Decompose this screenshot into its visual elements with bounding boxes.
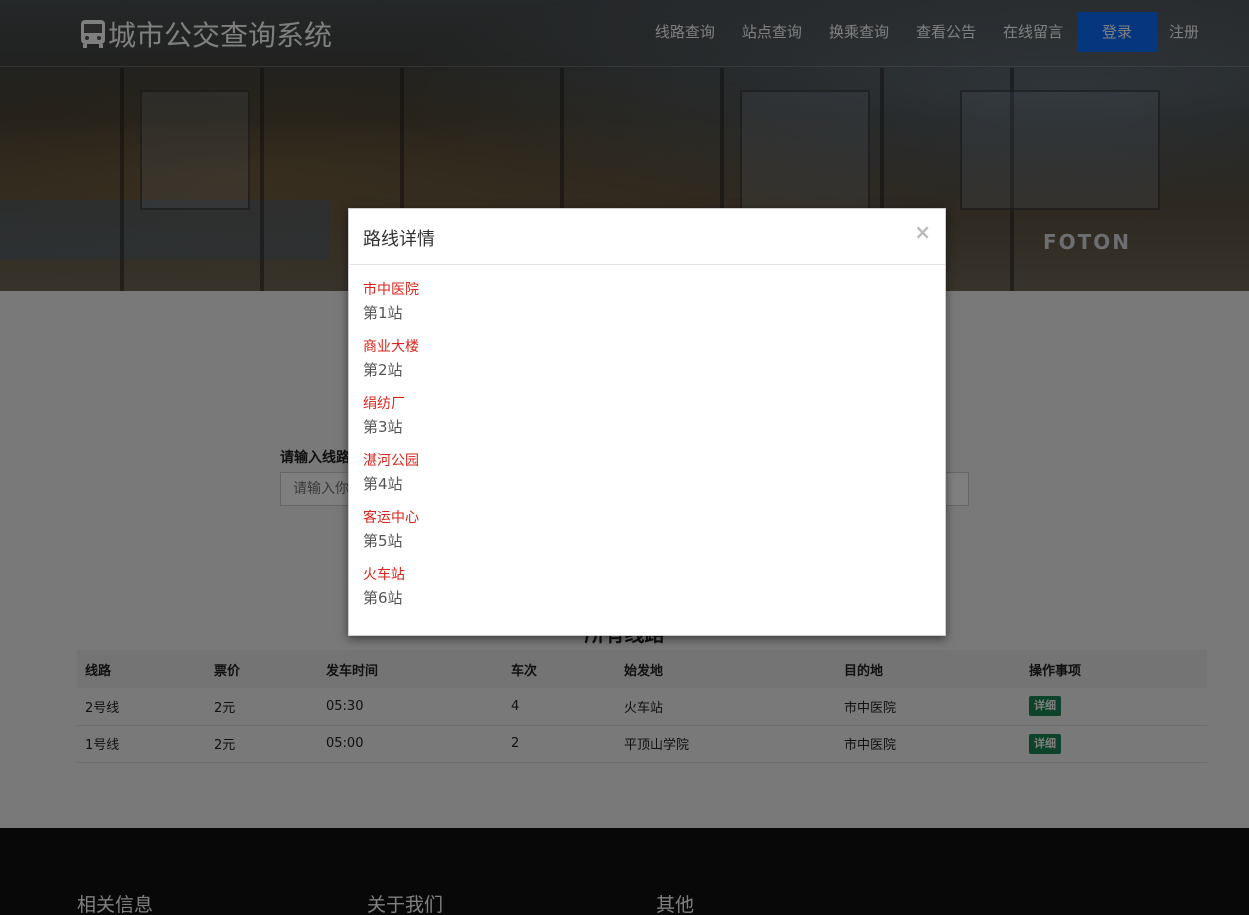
stop-order: 第5站 bbox=[363, 532, 403, 550]
stop-name: 客运中心 bbox=[363, 510, 419, 526]
stop-item: 绢纺厂 第3站 bbox=[363, 395, 931, 452]
stop-item: 客运中心 第5站 bbox=[363, 509, 931, 566]
stop-order: 第2站 bbox=[363, 361, 403, 379]
route-detail-modal: 路线详情 × 市中医院 第1站 商业大楼 第2站 绢纺厂 第3站 湛河公园 第4… bbox=[348, 208, 946, 636]
stop-name: 商业大楼 bbox=[363, 339, 419, 355]
stop-item: 市中医院 第1站 bbox=[363, 281, 931, 338]
stop-name: 市中医院 bbox=[363, 282, 419, 298]
modal-title: 路线详情 bbox=[363, 229, 435, 250]
stop-order: 第3站 bbox=[363, 418, 403, 436]
stop-name: 湛河公园 bbox=[363, 453, 419, 469]
stop-order: 第6站 bbox=[363, 589, 403, 607]
stop-name: 绢纺厂 bbox=[363, 396, 405, 412]
stop-item: 湛河公园 第4站 bbox=[363, 452, 931, 509]
stop-order: 第4站 bbox=[363, 475, 403, 493]
close-icon[interactable]: × bbox=[914, 221, 931, 243]
stop-name: 火车站 bbox=[363, 567, 405, 583]
modal-header: 路线详情 × bbox=[349, 209, 945, 265]
stop-item: 商业大楼 第2站 bbox=[363, 338, 931, 395]
modal-body: 市中医院 第1站 商业大楼 第2站 绢纺厂 第3站 湛河公园 第4站 客运中心 … bbox=[349, 265, 945, 623]
stop-order: 第1站 bbox=[363, 304, 403, 322]
stop-item: 火车站 第6站 bbox=[363, 566, 931, 623]
